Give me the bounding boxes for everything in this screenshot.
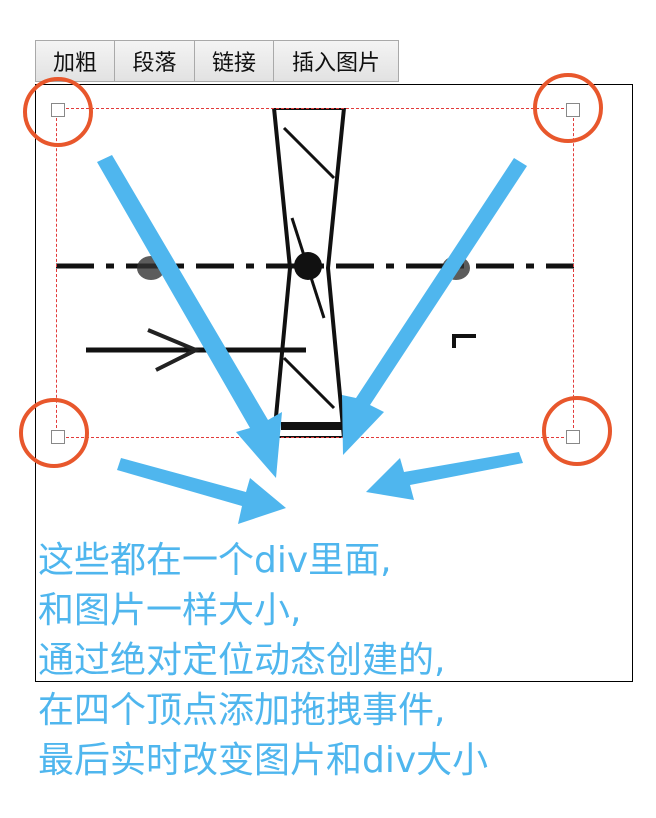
- highlight-circle-top-right: [533, 73, 603, 143]
- link-button[interactable]: 链接: [194, 40, 274, 82]
- bold-button[interactable]: 加粗: [35, 40, 115, 82]
- highlight-circle-top-left: [23, 77, 93, 147]
- caption-line-1: 这些都在一个div里面,: [38, 540, 392, 581]
- insert-image-button[interactable]: 插入图片: [273, 40, 399, 82]
- resize-selection-box: [56, 108, 574, 438]
- highlight-circle-bottom-right: [542, 396, 612, 466]
- paragraph-button[interactable]: 段落: [114, 40, 195, 82]
- caption-line-4: 在四个顶点添加拖拽事件,: [38, 690, 446, 731]
- caption-line-3: 通过绝对定位动态创建的,: [38, 640, 446, 681]
- caption-line-5: 最后实时改变图片和div大小: [38, 740, 489, 781]
- caption-line-2: 和图片一样大小,: [38, 590, 302, 631]
- annotation-caption: 这些都在一个div里面, 和图片一样大小, 通过绝对定位动态创建的, 在四个顶点…: [38, 536, 648, 786]
- highlight-circle-bottom-left: [19, 398, 89, 468]
- editor-toolbar: 加粗 段落 链接 插入图片: [35, 40, 399, 84]
